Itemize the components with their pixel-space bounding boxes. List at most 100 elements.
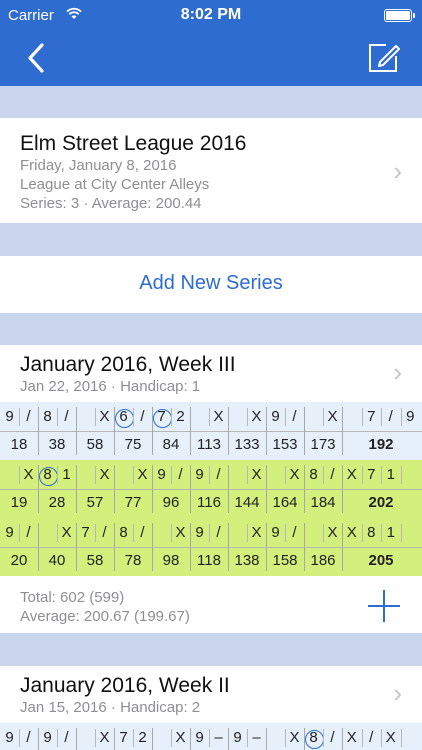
frame-4: 8 / 78	[114, 518, 152, 576]
status-bar: Carrier 8:02 PM	[0, 0, 422, 30]
ball-mark: X	[175, 729, 186, 746]
ball-mark: /	[216, 466, 221, 483]
add-game-button[interactable]	[368, 590, 400, 622]
frame-divider	[114, 728, 115, 750]
ball-mark: X	[251, 524, 262, 541]
ball-mark: 8	[367, 524, 376, 541]
league-info-cell[interactable]: Elm Street League 2016 Friday, January 8…	[0, 118, 422, 223]
frame-2: 8 / 38	[38, 402, 76, 460]
frame-3: X 58	[76, 402, 114, 460]
ball-mark	[76, 407, 95, 427]
frame-divider	[38, 523, 39, 571]
ball-divider	[400, 408, 402, 426]
series-subtitle: Jan 22, 2016 · Handicap: 1	[20, 378, 201, 395]
frame-divider	[152, 407, 153, 455]
ball-mark: 9	[271, 408, 280, 425]
frame-score: 58	[86, 436, 104, 453]
ball-mark: /	[140, 408, 145, 425]
ball-mark: X	[289, 466, 300, 483]
series-totals-cell: Total: 602 (599) Average: 200.67 (199.67…	[0, 576, 422, 633]
frame-3: X	[76, 723, 114, 750]
ball-mark: 9	[271, 524, 280, 541]
league-title: Elm Street League 2016	[20, 132, 247, 155]
ball-mark: 7	[367, 466, 376, 483]
frame-1: 9 / 20	[0, 518, 38, 576]
ball-mark: 8	[304, 728, 324, 749]
frame-divider	[304, 728, 305, 750]
ball-divider	[361, 466, 363, 484]
frame-7: X 138	[228, 518, 266, 576]
frame-divider	[342, 728, 343, 750]
frame-score: 38	[48, 436, 66, 453]
frame-divider	[114, 465, 115, 513]
add-new-series-button[interactable]: Add New Series	[0, 272, 422, 295]
ball-mark: X	[137, 466, 148, 483]
ball-mark	[228, 523, 247, 543]
ball-mark: /	[292, 408, 297, 425]
ball-mark: 9	[233, 729, 242, 746]
ball-mark: 7	[152, 407, 172, 428]
frame-score: 78	[124, 552, 142, 569]
frame-divider	[114, 523, 115, 571]
ball-mark	[152, 523, 171, 543]
ball-mark: 7	[367, 408, 376, 425]
ball-divider	[323, 466, 324, 484]
frame-8: X 164	[266, 460, 304, 518]
frame-score: 40	[48, 552, 66, 569]
ball-mark	[228, 465, 247, 485]
frame-score: 205	[368, 552, 394, 569]
ball-divider	[171, 466, 172, 484]
ball-divider	[323, 524, 324, 542]
ball-mark	[266, 465, 285, 485]
chevron-left-icon	[28, 43, 44, 73]
frame-6: 9 / 116	[190, 460, 228, 518]
frame-score: 58	[86, 552, 104, 569]
frame-score: 192	[368, 436, 394, 453]
ball-mark: X	[23, 466, 34, 483]
ball-mark: X	[346, 466, 357, 483]
add-series-cell[interactable]: Add New Series	[0, 256, 422, 313]
ball-mark: 2	[138, 729, 147, 746]
frame-divider	[152, 728, 153, 750]
ball-mark: /	[178, 466, 183, 483]
frame-score: 138	[234, 552, 260, 569]
ball-divider	[133, 408, 134, 426]
ball-divider	[209, 729, 210, 747]
frame-score: 18	[10, 436, 28, 453]
ball-mark: 9	[195, 729, 204, 746]
frame-score: 133	[234, 436, 260, 453]
frame-divider	[190, 465, 191, 513]
game-row[interactable]: 9/20 X 40 7/58 8/78 X 98 9/118 X 138 9/158 X 186 X 8 1 2…	[0, 518, 422, 576]
frame-divider	[304, 465, 305, 513]
ball-divider	[381, 729, 382, 747]
back-button[interactable]	[22, 40, 52, 76]
game-row[interactable]: 9/9/X 7 2 X 9–9– X 8/X / X	[0, 723, 422, 750]
league-date: Friday, January 8, 2016	[20, 157, 177, 174]
frame-9: 8 / 184	[304, 460, 342, 518]
frame-4: X 77	[114, 460, 152, 518]
ball-divider	[209, 408, 210, 426]
ball-divider	[381, 466, 382, 484]
frame-divider	[228, 407, 229, 455]
frame-divider	[342, 523, 343, 571]
frame-10: X 8 1 205	[342, 518, 420, 576]
ball-divider	[19, 524, 20, 542]
ball-divider	[285, 408, 286, 426]
series-header-week-3[interactable]: January 2016, Week III Jan 22, 2016 · Ha…	[0, 345, 422, 402]
frame-divider	[228, 465, 229, 513]
ball-divider	[57, 524, 58, 542]
series-header-week-2[interactable]: January 2016, Week II Jan 15, 2016 · Han…	[0, 666, 422, 723]
frame-divider	[342, 465, 343, 513]
frame-4: 6 / 75	[114, 402, 152, 460]
ball-mark: /	[216, 524, 221, 541]
game-row[interactable]: 9/18 8/38 X 58 6/75 7 2 84 X 113 X 133 9/153 X 173 7/9 1…	[0, 402, 422, 460]
frame-divider	[304, 523, 305, 571]
edit-button[interactable]	[366, 40, 402, 76]
frame-divider	[304, 407, 305, 455]
ball-mark: X	[99, 729, 110, 746]
game-row[interactable]: X 19 8 1 28 X 57 X 77 9/96 9/116 X 144 X 164 8/184 X 7 1 20…	[0, 460, 422, 518]
ball-divider	[19, 466, 20, 484]
ball-divider	[57, 466, 58, 484]
series-title: January 2016, Week II	[20, 674, 230, 697]
ball-mark: –	[252, 729, 261, 746]
